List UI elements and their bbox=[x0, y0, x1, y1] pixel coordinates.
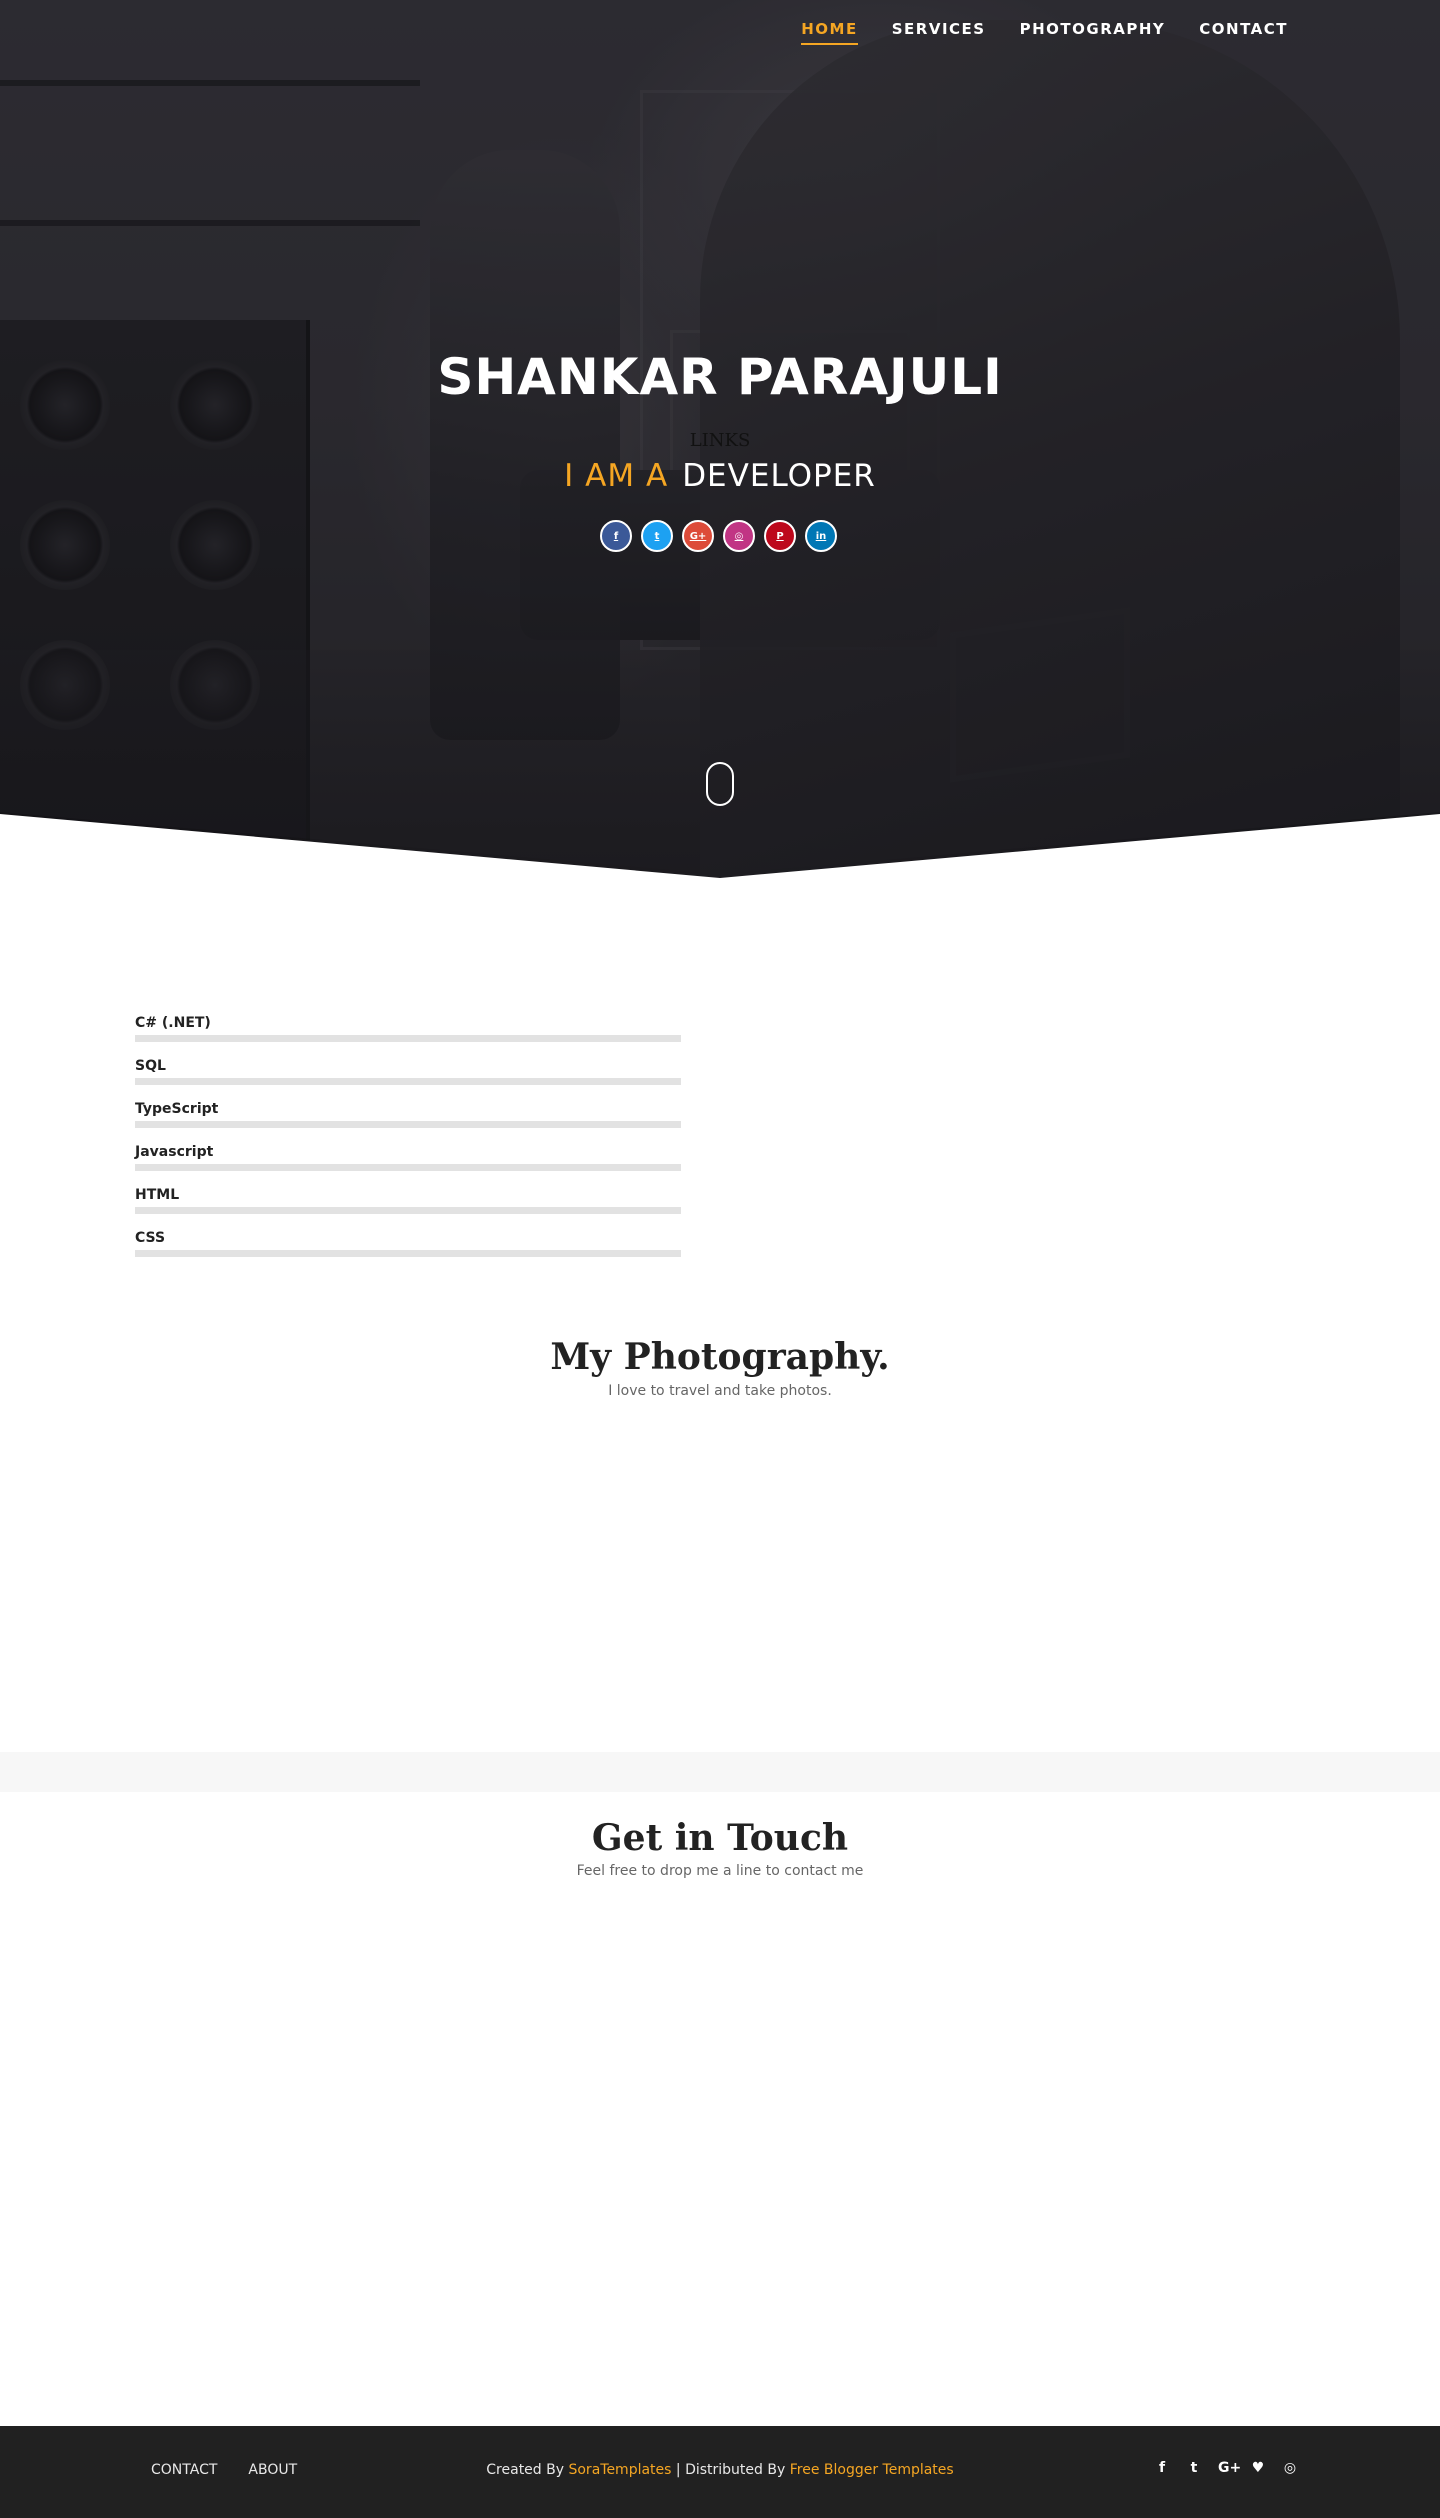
credit-prefix: Created By bbox=[486, 2462, 565, 2478]
skills-section: C# (.NET) SQL TypeScript Javascript HTML… bbox=[135, 1014, 681, 1272]
facebook-icon[interactable]: f bbox=[600, 520, 632, 552]
facebook-icon[interactable]: f bbox=[1154, 2460, 1170, 2476]
skill-label: Javascript bbox=[135, 1144, 214, 1160]
credit-soratemplates-link[interactable]: SoraTemplates bbox=[568, 2462, 671, 2478]
heart-icon[interactable]: ♥ bbox=[1250, 2460, 1266, 2476]
skill-progress-bar bbox=[135, 1207, 681, 1214]
footer: CONTACT ABOUT Created By SoraTemplates |… bbox=[0, 2426, 1440, 2518]
skill-item: C# (.NET) bbox=[135, 1014, 681, 1042]
hero-social-links: f t G+ ◎ P in bbox=[600, 520, 837, 552]
google-plus-icon[interactable]: G+ bbox=[1218, 2460, 1241, 2476]
skill-label: HTML bbox=[135, 1187, 180, 1203]
hero-links-label: LINKS bbox=[689, 430, 751, 451]
instagram-icon[interactable]: ◎ bbox=[723, 520, 755, 552]
skill-progress-bar bbox=[135, 1164, 681, 1171]
credit-separator: | Distributed By bbox=[675, 2462, 786, 2478]
skill-item: HTML bbox=[135, 1186, 681, 1214]
skill-label: C# (.NET) bbox=[135, 1015, 211, 1031]
hero-section: HOME SERVICES PHOTOGRAPHY CONTACT SHANKA… bbox=[0, 0, 1440, 880]
nav-services[interactable]: SERVICES bbox=[892, 20, 986, 45]
nav-contact[interactable]: CONTACT bbox=[1199, 20, 1288, 45]
section-divider-band bbox=[0, 1752, 1440, 1792]
skill-label: TypeScript bbox=[135, 1101, 219, 1117]
pinterest-icon[interactable]: P bbox=[764, 520, 796, 552]
skill-progress-bar bbox=[135, 1250, 681, 1257]
scroll-down-mouse-icon[interactable] bbox=[706, 762, 734, 806]
skill-item: Javascript bbox=[135, 1143, 681, 1171]
twitter-icon[interactable]: t bbox=[1186, 2460, 1202, 2476]
skill-item: TypeScript bbox=[135, 1100, 681, 1128]
skill-item: SQL bbox=[135, 1057, 681, 1085]
linkedin-icon[interactable]: in bbox=[805, 520, 837, 552]
contact-title: Get in Touch bbox=[591, 1817, 849, 1859]
skill-progress-bar bbox=[135, 1078, 681, 1085]
credit-freebloggertemplates-link[interactable]: Free Blogger Templates bbox=[790, 2462, 954, 2478]
hero-subtitle-prefix: I AM A bbox=[564, 458, 669, 494]
instagram-icon[interactable]: ◎ bbox=[1282, 2460, 1298, 2476]
twitter-icon[interactable]: t bbox=[641, 520, 673, 552]
hero-title: SHANKAR PARAJULI bbox=[437, 348, 1003, 406]
skill-item: CSS bbox=[135, 1229, 681, 1257]
google-plus-icon[interactable]: G+ bbox=[682, 520, 714, 552]
nav-photography[interactable]: PHOTOGRAPHY bbox=[1020, 20, 1166, 45]
contact-subtitle: Feel free to drop me a line to contact m… bbox=[576, 1863, 864, 1879]
hero-subtitle-role: DEVELOPER bbox=[682, 458, 876, 494]
skill-progress-bar bbox=[135, 1035, 681, 1042]
hero-subtitle: I AM A DEVELOPER bbox=[0, 458, 1440, 494]
skill-label: SQL bbox=[135, 1058, 166, 1074]
main-nav: HOME SERVICES PHOTOGRAPHY CONTACT bbox=[801, 20, 1288, 45]
skill-progress-bar bbox=[135, 1121, 681, 1128]
footer-social-links: f t G+ ♥ ◎ bbox=[1154, 2460, 1298, 2476]
skill-label: CSS bbox=[135, 1230, 166, 1246]
photography-title: My Photography. bbox=[550, 1336, 890, 1378]
nav-home[interactable]: HOME bbox=[801, 20, 858, 45]
photography-subtitle: I love to travel and take photos. bbox=[608, 1383, 832, 1399]
